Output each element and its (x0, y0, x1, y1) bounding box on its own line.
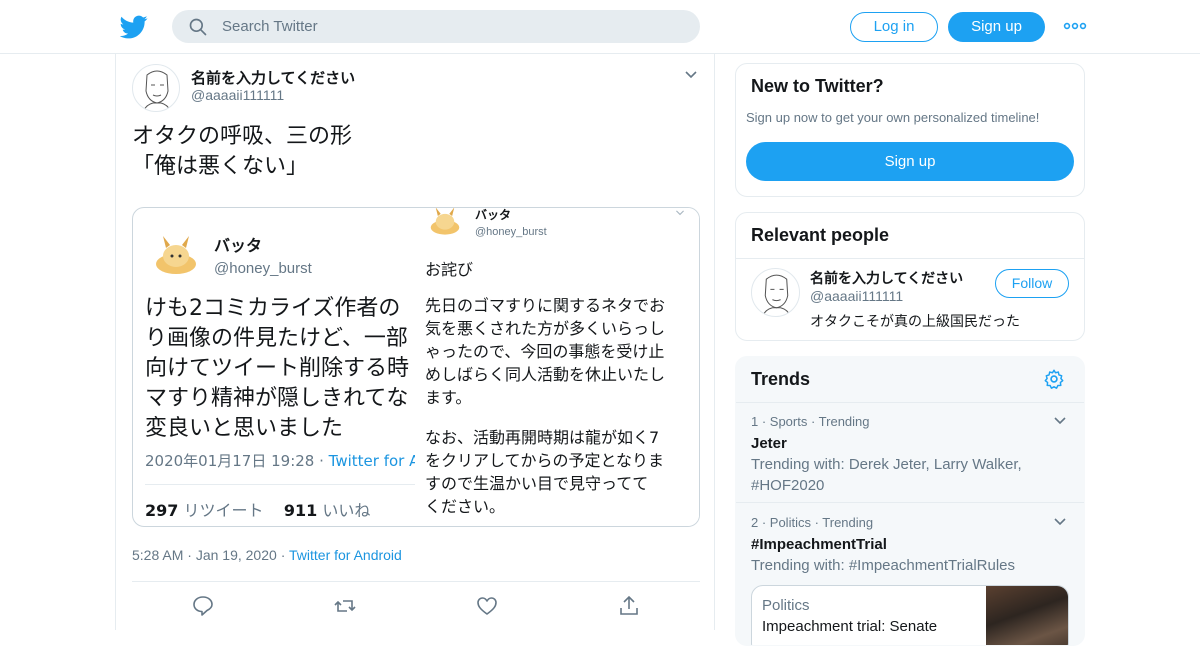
search-input[interactable]: Search Twitter (222, 18, 318, 35)
module-title: Trends (751, 369, 811, 389)
module-title: New to Twitter? (751, 76, 884, 96)
quoted-screenshot-left: バッタ @honey_burst けも2コミカライズ作者の り画像の件見たけど、… (133, 208, 423, 526)
meta-separator: · (280, 547, 286, 563)
retweet-label: リツイート (183, 501, 264, 520)
trend-related: Trending with: Derek Jeter, Larry Walker… (751, 456, 1022, 494)
reply-icon[interactable] (191, 594, 215, 618)
follow-button[interactable]: Follow (995, 269, 1069, 298)
like-label: いいね (322, 501, 371, 520)
like-icon[interactable] (475, 594, 499, 618)
more-icon[interactable] (1063, 18, 1087, 34)
tweet-detail: 名前を入力してください @aaaaii111111 オタクの呼吸、三の形 「俺は… (115, 54, 715, 630)
search-icon (189, 18, 207, 36)
divider (132, 581, 700, 582)
avatar[interactable] (751, 268, 800, 317)
signup-button[interactable]: Sign up (948, 12, 1045, 42)
chevron-down-icon[interactable] (684, 68, 698, 82)
tweet-meta: 5:28 AM · Jan 19, 2020 · Twitter for And… (132, 547, 402, 563)
trend-name[interactable]: Jeter (751, 435, 1071, 452)
quoted-stats: 297 リツイート 911 いいね (145, 497, 370, 521)
trend-item[interactable]: 1 · Sports · Trending Jeter Trending wit… (751, 414, 1071, 496)
quoted-text: けも2コミカライズ作者の り画像の件見たけど、一部 向けてツイート削除する時 マ… (145, 296, 410, 441)
tweet-date[interactable]: Jan 19, 2020 (196, 547, 277, 563)
sidebar-signup-button[interactable]: Sign up (746, 142, 1074, 181)
trends-module: Trends 1 · Sports · Trending Jeter Trend… (735, 356, 1085, 646)
divider (736, 258, 1084, 259)
trend-item[interactable]: 2 · Politics · Trending #ImpeachmentTria… (751, 515, 1071, 576)
apology-author-name: バッタ (475, 208, 512, 222)
twitter-logo-icon[interactable] (120, 13, 148, 41)
gear-icon[interactable] (1043, 368, 1065, 390)
trend-meta: 2 · Politics · Trending (751, 515, 874, 530)
relevant-user-handle[interactable]: @aaaaii111111 (810, 288, 903, 304)
divider (145, 484, 423, 485)
tweet-author-name[interactable]: 名前を入力してください (191, 67, 355, 88)
news-thumbnail (986, 586, 1068, 645)
search-box[interactable]: Search Twitter (172, 10, 700, 43)
trend-meta: 1 · Sports · Trending (751, 414, 870, 429)
tweet-source-link[interactable]: Twitter for Android (289, 547, 402, 563)
relevant-people-module: Relevant people 名前を入力してください @aaaaii11111… (735, 212, 1085, 341)
login-button[interactable]: Log in (850, 12, 938, 42)
meta-separator: · (187, 547, 192, 563)
trend-news-card[interactable]: Politics Impeachment trial: Senate (751, 585, 1069, 645)
news-headline: Impeachment trial: Senate (762, 618, 938, 635)
like-count: 911 (283, 501, 318, 520)
tweet-author-handle[interactable]: @aaaaii111111 (191, 87, 284, 103)
quoted-author-handle: @honey_burst (214, 260, 312, 277)
quoted-author-name: バッタ (214, 236, 263, 255)
divider (736, 402, 1084, 403)
character-avatar-icon (156, 236, 196, 274)
character-avatar-icon (430, 208, 460, 235)
share-icon[interactable] (617, 594, 641, 618)
apology-author-handle: @honey_burst (475, 226, 547, 238)
tweet-text: オタクの呼吸、三の形 「俺は悪くない」 (132, 124, 353, 179)
trend-name[interactable]: #ImpeachmentTrial (751, 536, 1071, 553)
relevant-user-name[interactable]: 名前を入力してください (810, 268, 963, 288)
chevron-down-icon[interactable] (1053, 414, 1067, 428)
apology-body-2: なお、活動再開時期は龍が如く7 をクリアしてからの予定となりま すので生温かい目… (425, 428, 665, 516)
quoted-source: Twitter for And (328, 452, 423, 470)
apology-body: 先日のゴマすりに関するネタでお 気を悪くされた方が多くいらっし ゃったので、今回… (425, 296, 666, 407)
divider (736, 502, 1084, 503)
tweet-media-image[interactable]: バッタ @honey_burst けも2コミカライズ作者の り画像の件見たけど、… (132, 207, 700, 527)
quoted-meta: 2020年01月17日 19:28 · Twitter for And (145, 450, 423, 471)
chevron-down-icon[interactable] (1053, 515, 1067, 529)
apology-title: お詫び (425, 260, 474, 279)
avatar-face-icon (143, 70, 171, 111)
tweet-time[interactable]: 5:28 AM (132, 547, 183, 563)
module-subtitle: Sign up now to get your own personalized… (746, 110, 1040, 125)
top-bar: Search Twitter Log in Sign up (0, 0, 1200, 54)
tweet-actions (116, 594, 716, 620)
quoted-screenshot-right: バッタ @honey_burst お詫び 先日のゴマすりに関するネタでお 気を悪… (415, 208, 699, 526)
chevron-down-icon (676, 210, 684, 216)
new-to-twitter-module: New to Twitter? Sign up now to get your … (735, 63, 1085, 197)
module-title: Relevant people (751, 225, 890, 245)
relevant-user-bio: オタクこそが真の上級国民だった (810, 314, 1020, 330)
retweet-icon[interactable] (333, 594, 357, 618)
trend-related: Trending with: #ImpeachmentTrialRules (751, 557, 1016, 574)
quoted-date: 2020年01月17日 19:28 · (145, 452, 324, 470)
avatar-face-icon (762, 274, 791, 316)
avatar[interactable] (132, 64, 180, 112)
news-topic: Politics (762, 597, 810, 614)
retweet-count: 297 (145, 501, 179, 520)
